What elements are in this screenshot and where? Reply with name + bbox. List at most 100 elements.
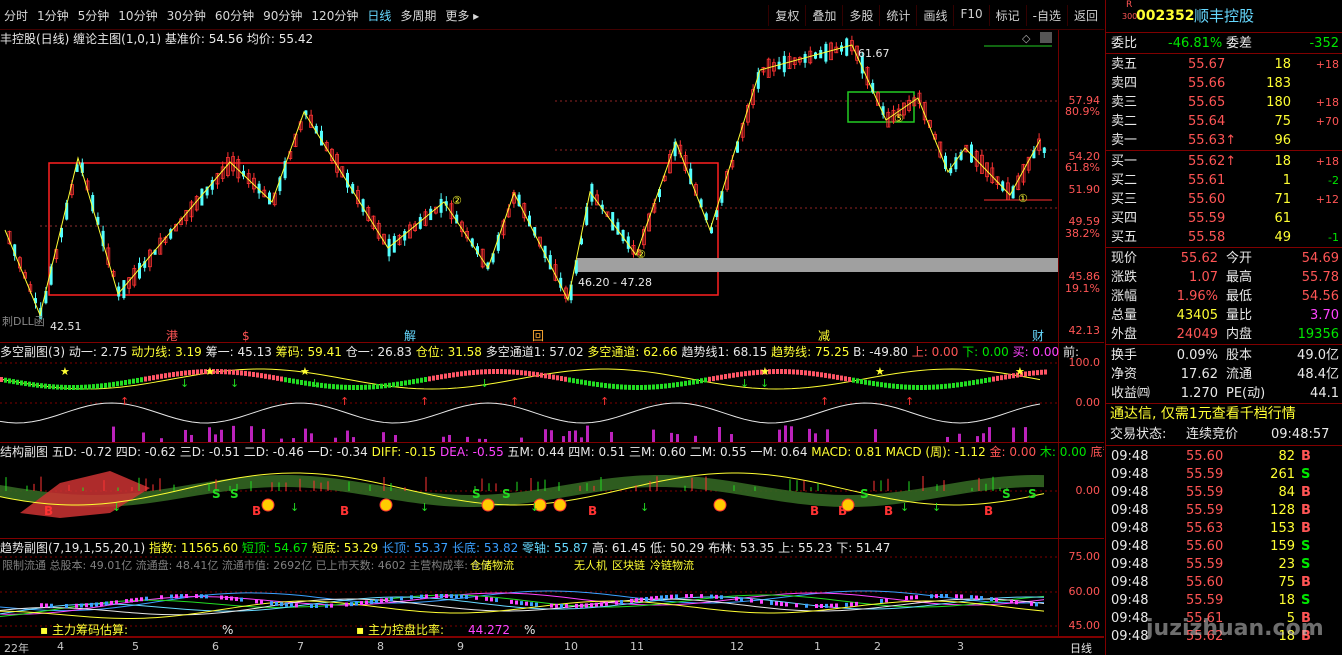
y-axis-label: 0.00 bbox=[1075, 396, 1101, 409]
bid-label: 买五 bbox=[1111, 230, 1138, 245]
kline-chart[interactable]: 61.67 42.51 46.20 - 47.28 刺DLL函 ② ② ⑤ ① 港 $ 解 回 减 财 ◇ bbox=[0, 30, 1058, 343]
tool-button[interactable]: 返回 bbox=[1066, 5, 1104, 26]
duokong-subchart[interactable]: 多空副图(3) 动一: 2.75 动力线: 3.19 筹一: 45.13 筹码:… bbox=[0, 343, 1104, 443]
weibi-row: 委比 -46.81% 委差 -352 bbox=[1106, 34, 1342, 53]
period-tab[interactable]: 90分钟 bbox=[263, 7, 302, 24]
bid-row: 买四 55.59 61 bbox=[1106, 209, 1342, 228]
range-label: 46.20 - 47.28 bbox=[578, 276, 652, 289]
tick-time: 09:48 bbox=[1111, 539, 1149, 554]
event-marker: 回 bbox=[532, 329, 544, 343]
tick-time: 09:48 bbox=[1111, 521, 1149, 536]
low-label: 42.51 bbox=[50, 320, 82, 333]
tool-button[interactable]: 统计 bbox=[879, 5, 916, 26]
concept-tag: 冷链物流 bbox=[650, 558, 694, 572]
svg-text:★: ★ bbox=[875, 365, 885, 378]
structure-subchart[interactable]: 结构副图 五D: -0.72 四D: -0.62 三D: -0.51 二D: -… bbox=[0, 443, 1104, 539]
svg-text:B: B bbox=[252, 504, 261, 518]
ask-label: 卖三 bbox=[1111, 95, 1138, 110]
date-axis: 日线 22年 4 5 6 7 8 9 10 11 12 1 2 3 bbox=[0, 637, 1104, 655]
stat-row: 涨幅 1.96% 最低 54.56 bbox=[1106, 287, 1342, 306]
ask-label: 卖一 bbox=[1111, 133, 1138, 148]
svg-text:↓: ↓ bbox=[230, 377, 239, 390]
stat-label: 股本 bbox=[1226, 348, 1253, 363]
svg-text:↓: ↓ bbox=[180, 377, 189, 390]
tick-time: 09:48 bbox=[1111, 485, 1149, 500]
bid-change: -1 bbox=[1328, 231, 1339, 244]
period-tab[interactable]: 多周期 bbox=[400, 7, 436, 24]
candles bbox=[7, 35, 1046, 320]
svg-text:S: S bbox=[1028, 487, 1037, 501]
indicator-value: 短底: 53.29 bbox=[311, 541, 382, 555]
tick-volume: 84 bbox=[1278, 485, 1295, 500]
tool-button[interactable]: 画线 bbox=[916, 5, 953, 26]
tick-side: S bbox=[1301, 557, 1311, 572]
tick-row: 09:48 55.59 23 S bbox=[1106, 555, 1342, 574]
indicator-value: 前: bbox=[1062, 345, 1080, 359]
indicator-value: 筹码: 59.41 bbox=[275, 345, 346, 359]
date-tick: 4 bbox=[57, 640, 64, 653]
indicator-value: 多空通道: 62.66 bbox=[587, 345, 682, 359]
footer-stat: % bbox=[222, 623, 233, 637]
period-tab[interactable]: 60分钟 bbox=[215, 7, 254, 24]
y-axis-label: 60.00 bbox=[1068, 585, 1101, 598]
date-tick: 5 bbox=[132, 640, 139, 653]
stat-label: 换手 bbox=[1111, 348, 1138, 363]
event-marker: 财 bbox=[1032, 329, 1044, 343]
trend-y-axis: 75.00 60.00 45.00 bbox=[1058, 539, 1104, 636]
period-tab[interactable]: 30分钟 bbox=[167, 7, 206, 24]
tool-button[interactable]: 标记 bbox=[988, 5, 1026, 26]
indicator-value: 下: 0.00 bbox=[962, 345, 1013, 359]
bid-volume: 18 bbox=[1274, 154, 1291, 169]
weibi-label: 委比 bbox=[1111, 36, 1138, 51]
indicator-value: 短顶: 54.67 bbox=[241, 541, 312, 555]
main-kline-panel[interactable]: 丰控股(日线) 缠论主图(1,0,1) 基准价: 54.56 均价: 55.42… bbox=[0, 30, 1104, 343]
y-axis-label: 19.1% bbox=[1065, 282, 1100, 295]
date-axis-period-label[interactable]: 日线 bbox=[1070, 640, 1092, 655]
period-tab[interactable]: 10分钟 bbox=[118, 7, 157, 24]
period-tab[interactable]: 日线 bbox=[367, 7, 391, 24]
tool-button[interactable]: F10 bbox=[953, 5, 988, 26]
y-axis-label: 42.13 bbox=[1068, 324, 1101, 337]
tick-price: 55.60 bbox=[1186, 539, 1224, 554]
stat-label: 外盘 bbox=[1111, 327, 1138, 342]
date-tick: 2 bbox=[874, 640, 881, 653]
date-tick: 11 bbox=[630, 640, 644, 653]
tool-button[interactable]: 叠加 bbox=[805, 5, 842, 26]
indicator-value: 趋势线1: 68.15 bbox=[681, 345, 772, 359]
trend-header: 趋势副图(7,19,1,55,20,1) 指数: 11565.60 短顶: 54… bbox=[0, 541, 890, 555]
quote-title[interactable]: R 300 002352 顺丰控股 bbox=[1106, 0, 1342, 30]
tool-button[interactable]: 多股 bbox=[842, 5, 879, 26]
svg-text:↓: ↓ bbox=[480, 377, 489, 390]
event-marker: 港 bbox=[166, 329, 178, 343]
stat-value: 55.62 bbox=[1180, 251, 1218, 266]
ad-banner[interactable]: 通达信, 仅需1元查看千档行情 bbox=[1106, 405, 1342, 425]
period-tab[interactable]: 120分钟 bbox=[311, 7, 358, 24]
bid-row: 买一 55.62↑ 18 +18 bbox=[1106, 152, 1342, 171]
tick-row: 09:48 55.59 18 S bbox=[1106, 591, 1342, 610]
tick-price: 55.63 bbox=[1186, 521, 1224, 536]
period-tab[interactable]: 1分钟 bbox=[37, 7, 69, 24]
indicator-value: 上: 0.00 bbox=[911, 345, 963, 359]
y-axis-label: 0.00 bbox=[1075, 484, 1101, 497]
bid-label: 买二 bbox=[1111, 173, 1138, 188]
period-tab[interactable]: 5分钟 bbox=[78, 7, 110, 24]
ask-label: 卖四 bbox=[1111, 76, 1138, 91]
bid-change: +12 bbox=[1315, 193, 1339, 206]
tick-time: 09:48 bbox=[1111, 575, 1149, 590]
stat-label: PE(动) bbox=[1226, 386, 1266, 401]
ask-label: 卖五 bbox=[1111, 57, 1138, 72]
tool-button[interactable]: 复权 bbox=[768, 5, 805, 26]
stat-label: 最高 bbox=[1226, 270, 1253, 285]
period-tab[interactable]: 分时 bbox=[4, 7, 28, 24]
weicha-value: -352 bbox=[1309, 36, 1339, 51]
tick-volume: 75 bbox=[1278, 575, 1295, 590]
ask-row: 卖四 55.66 183 bbox=[1106, 74, 1342, 93]
trend-subchart[interactable]: 趋势副图(7,19,1,55,20,1) 指数: 11565.60 短顶: 54… bbox=[0, 539, 1104, 637]
tool-button[interactable]: -自选 bbox=[1025, 5, 1067, 26]
ask-price: 55.66 bbox=[1188, 76, 1226, 91]
stat-label: 流通 bbox=[1226, 367, 1253, 382]
ask-volume: 18 bbox=[1274, 57, 1291, 72]
period-tab[interactable]: 更多 ▸ bbox=[445, 7, 479, 24]
white-line bbox=[0, 402, 1041, 424]
ask-price: 55.64 bbox=[1188, 114, 1226, 129]
